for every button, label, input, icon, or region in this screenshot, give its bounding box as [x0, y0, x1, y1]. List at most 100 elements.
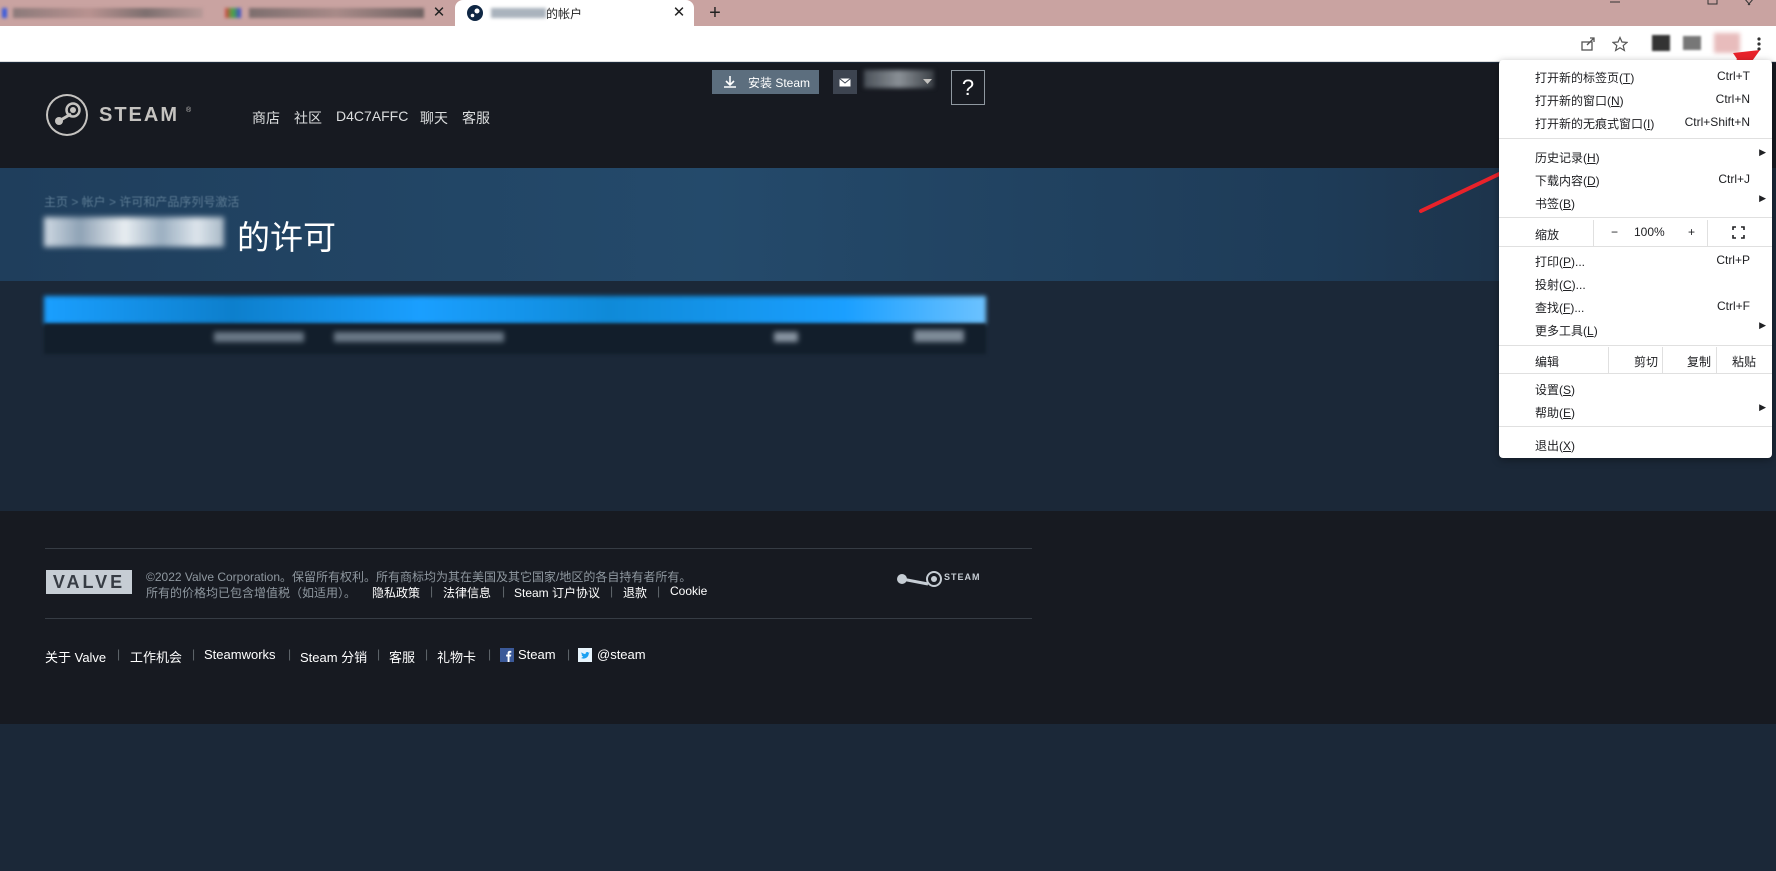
new-tab-button[interactable]: + — [707, 3, 723, 23]
close-window-icon[interactable] — [1742, 0, 1756, 6]
blurred-date — [214, 332, 304, 342]
footer-link-legal[interactable]: 法律信息 — [443, 584, 491, 601]
footer-twitter[interactable]: @steam — [597, 647, 646, 662]
edit-divider — [1716, 347, 1717, 373]
menu-new-window[interactable]: 打开新的窗口(N) Ctrl+N — [1499, 88, 1772, 110]
menu-edit-row: 编辑 剪切 复制 粘贴 — [1499, 347, 1772, 373]
footer-about-valve[interactable]: 关于 Valve — [45, 647, 106, 666]
menu-history[interactable]: 历史记录(H) ▶ — [1499, 145, 1772, 167]
edit-paste-button[interactable]: 粘贴 — [1732, 353, 1756, 370]
tab-close-icon[interactable]: ✕ — [431, 5, 447, 21]
menu-cast[interactable]: 投射(C)... — [1499, 272, 1772, 294]
menu-find[interactable]: 查找(F)... Ctrl+F — [1499, 295, 1772, 317]
menu-new-incognito[interactable]: 打开新的无痕式窗口(I) Ctrl+Shift+N — [1499, 111, 1772, 133]
footer-jobs[interactable]: 工作机会 — [130, 647, 182, 666]
steam-logo-text[interactable]: STEAM — [99, 104, 179, 127]
zoom-level: 100% — [1634, 225, 1665, 239]
nav-support[interactable]: 客服 — [462, 108, 490, 128]
nav-chat[interactable]: 聊天 — [420, 108, 448, 128]
browser-tab-active[interactable]: 的帐户 — [455, 0, 694, 26]
menu-item-label: 打印( — [1535, 255, 1563, 269]
zoom-in-button[interactable]: + — [1688, 225, 1695, 239]
menu-downloads[interactable]: 下载内容(D) Ctrl+J — [1499, 168, 1772, 190]
nav-store[interactable]: 商店 — [252, 108, 280, 128]
help-button[interactable]: ? — [951, 70, 985, 105]
breadcrumb[interactable]: 主页 > 帐户 > 许可和产品序列号激活 — [44, 193, 239, 210]
nav-community[interactable]: 社区 — [294, 108, 322, 128]
chrome-overflow-menu: 打开新的标签页(T) Ctrl+T 打开新的窗口(N) Ctrl+N 打开新的无痕式… — [1499, 60, 1772, 458]
menu-item-label: 退出( — [1535, 439, 1563, 453]
menu-item-shortcut: Ctrl+P — [1716, 253, 1750, 267]
blurred-acquisition — [774, 332, 798, 342]
menu-separator — [1499, 138, 1772, 139]
facebook-icon[interactable] — [500, 648, 514, 662]
menu-item-accelerator: E — [1563, 406, 1572, 420]
footer-gift-cards[interactable]: 礼物卡 — [437, 647, 476, 666]
licenses-table-header — [44, 296, 986, 324]
zoom-divider — [1593, 220, 1594, 246]
chevron-down-icon[interactable] — [923, 79, 932, 85]
fullscreen-icon[interactable] — [1732, 226, 1745, 239]
footer-facebook[interactable]: Steam — [518, 647, 556, 662]
menu-exit[interactable]: 退出(X) — [1499, 433, 1772, 455]
zoom-out-button[interactable]: − — [1611, 225, 1618, 239]
menu-separator — [1499, 373, 1772, 374]
menu-separator — [1499, 426, 1772, 427]
link-separator: | — [117, 647, 121, 661]
submenu-arrow-icon: ▶ — [1759, 402, 1766, 412]
menu-help[interactable]: 帮助(E) ▶ — [1499, 400, 1772, 422]
footer-divider — [45, 618, 1032, 619]
tab-favicon-icon — [225, 8, 241, 18]
edit-copy-button[interactable]: 复制 — [1687, 353, 1711, 370]
link-separator: | — [430, 584, 434, 598]
menu-new-tab[interactable]: 打开新的标签页(T) Ctrl+T — [1499, 65, 1772, 87]
footer-link-cookie[interactable]: Cookie — [670, 584, 707, 598]
footer-distribution[interactable]: Steam 分销 — [300, 647, 367, 666]
install-steam-label: 安装 Steam — [748, 75, 811, 90]
menu-more-tools[interactable]: 更多工具(L) ▶ — [1499, 318, 1772, 340]
menu-item-accelerator: D — [1587, 174, 1596, 188]
tab-title-blurred — [13, 8, 203, 18]
menu-settings[interactable]: 设置(S) — [1499, 377, 1772, 399]
footer-link-ssa[interactable]: Steam 订户协议 — [514, 584, 600, 601]
menu-separator — [1499, 246, 1772, 247]
browser-tab[interactable] — [225, 0, 450, 26]
zoom-divider — [1707, 220, 1708, 246]
edit-cut-button[interactable]: 剪切 — [1634, 353, 1658, 370]
footer-support[interactable]: 客服 — [389, 647, 415, 666]
menu-item-label: 打开新的无痕式窗口( — [1535, 117, 1647, 131]
browser-tab-bar: ✕ 的帐户 ✕ + — [0, 0, 1776, 26]
menu-item-ellipsis: )... — [1571, 255, 1586, 269]
menu-item-accelerator: H — [1587, 151, 1596, 165]
steam-footer-logo-icon[interactable] — [894, 570, 942, 594]
minimize-icon[interactable] — [1608, 0, 1622, 6]
steam-logo-icon[interactable] — [45, 93, 89, 137]
twitter-icon[interactable] — [578, 648, 592, 662]
menu-item-shortcut: Ctrl+F — [1717, 299, 1750, 313]
menu-item-shortcut: Ctrl+N — [1715, 92, 1750, 106]
valve-logo[interactable]: VALVE — [46, 570, 132, 594]
menu-item-label: 历史记录( — [1535, 151, 1587, 165]
link-separator: | — [288, 647, 292, 661]
footer-link-privacy[interactable]: 隐私政策 — [372, 584, 420, 601]
tab-title-blurred — [491, 8, 546, 18]
menu-bookmarks[interactable]: 书签(B) ▶ — [1499, 191, 1772, 213]
browser-tab[interactable] — [0, 0, 220, 26]
submenu-arrow-icon: ▶ — [1759, 147, 1766, 157]
link-separator: | — [567, 647, 571, 661]
link-separator: | — [488, 647, 492, 661]
menu-print[interactable]: 打印(P)... Ctrl+P — [1499, 249, 1772, 271]
footer-steamworks[interactable]: Steamworks — [204, 647, 276, 662]
nav-username[interactable]: D4C7AFFC — [336, 108, 408, 124]
notifications-button[interactable] — [833, 70, 857, 94]
footer-link-refunds[interactable]: 退款 — [623, 584, 647, 601]
menu-item-accelerator: X — [1563, 439, 1572, 453]
install-steam-button[interactable]: 安装 Steam — [712, 70, 819, 94]
edit-label: 编辑 — [1535, 355, 1560, 369]
tab-close-icon[interactable]: ✕ — [671, 5, 687, 21]
maximize-icon[interactable] — [1706, 0, 1720, 6]
blurred-action — [914, 330, 964, 342]
submenu-arrow-icon: ▶ — [1759, 193, 1766, 203]
tab-favicon-icon — [2, 8, 7, 18]
menu-item-label: 书签( — [1535, 197, 1563, 211]
